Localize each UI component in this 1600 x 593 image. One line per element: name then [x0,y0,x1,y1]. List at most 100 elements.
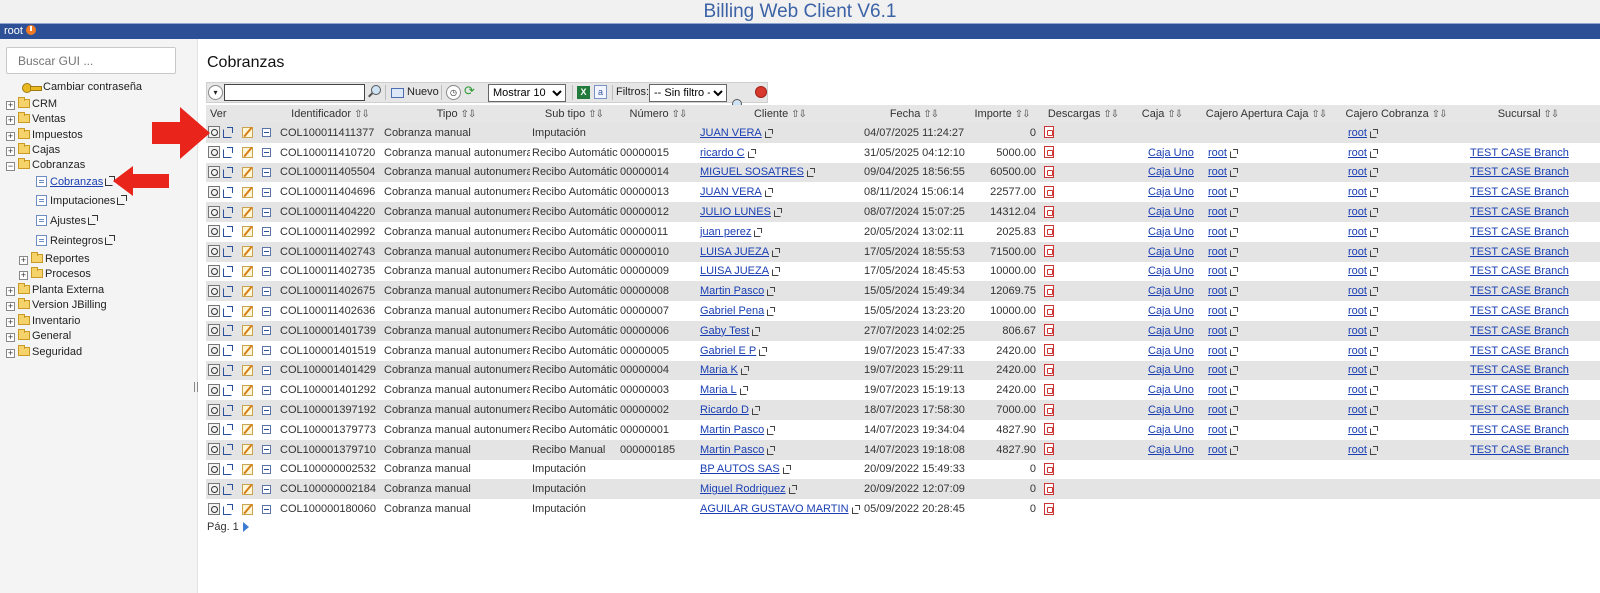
edit-icon[interactable] [242,444,254,456]
table-row[interactable]: COL100001379710 Cobranza manual Recibo Man… [206,439,1600,460]
pdf-icon[interactable] [1044,185,1054,198]
document-export-icon[interactable]: a [594,85,607,99]
collapse-row-icon[interactable] [262,484,272,494]
edit-icon[interactable] [242,384,254,396]
expand-icon[interactable]: + [6,302,15,312]
expand-icon[interactable]: + [6,131,15,141]
edit-icon[interactable] [242,483,254,495]
external-link-icon[interactable] [1229,287,1238,297]
table-row[interactable]: COL100011402735 Cobranza manual autonumer… [206,262,1600,282]
column-header[interactable]: Sub tipo ⇧⇩ [530,105,618,123]
external-link-icon[interactable] [1229,366,1238,376]
filter-select[interactable]: -- Sin filtro -- [649,84,727,102]
open-icon[interactable] [223,345,233,357]
view-icon[interactable] [208,165,220,178]
open-icon[interactable] [223,246,233,258]
table-row[interactable]: COL100000002184 Cobranza manual Imputación… [206,479,1600,500]
collapse-icon[interactable]: − [6,162,15,172]
external-link-icon[interactable] [1369,188,1378,198]
view-icon[interactable] [208,403,220,416]
collapse-row-icon[interactable] [262,464,272,474]
expand-icon[interactable]: + [6,348,15,358]
pdf-icon[interactable] [1044,264,1054,277]
external-link-icon[interactable] [764,128,773,138]
clock-icon[interactable]: ◷ [446,85,461,100]
column-header[interactable]: Importe ⇧⇩ [966,105,1038,123]
external-link-icon[interactable] [1369,406,1378,416]
sort-icon[interactable]: ⇧⇩ [672,109,688,120]
filter-clear-icon[interactable] [755,86,767,98]
column-header[interactable]: Cajero Cobranza ⇧⇩ [1336,105,1456,123]
sidebar-item-general[interactable]: + General [6,328,71,344]
external-link-icon[interactable] [752,326,761,336]
table-row[interactable]: COL100011402992 Cobranza manual autonumer… [206,222,1600,242]
external-link-icon[interactable] [1229,326,1238,336]
sidebar-item-impuestos[interactable]: + Impuestos [6,127,83,143]
pdf-icon[interactable] [1044,423,1054,436]
sidebar-item-reportes[interactable]: + Reportes [19,251,90,267]
collapse-row-icon[interactable] [262,385,272,395]
external-link-icon[interactable] [759,346,768,356]
sidebar-resize-handle[interactable] [194,382,198,392]
pdf-icon[interactable] [1044,502,1054,515]
external-link-icon[interactable] [1369,247,1378,257]
edit-icon[interactable] [242,305,254,317]
edit-icon[interactable] [242,404,254,416]
external-link-icon[interactable] [1229,188,1238,198]
power-icon[interactable] [25,25,36,35]
table-row[interactable]: COL100001401429 Cobranza manual autonumer… [206,360,1600,381]
edit-icon[interactable] [242,127,254,139]
external-link-icon[interactable] [767,307,776,317]
column-header[interactable]: Cliente ⇧⇩ [698,105,862,123]
user-name[interactable]: root [4,25,23,37]
external-link-icon[interactable] [105,235,116,245]
collapse-row-icon[interactable] [262,326,272,336]
sidebar-item-cajas[interactable]: + Cajas [6,142,60,158]
view-icon[interactable] [208,304,220,317]
collapse-row-icon[interactable] [262,306,272,316]
external-link-icon[interactable] [851,505,860,515]
external-link-icon[interactable] [1369,366,1378,376]
expand-icon[interactable]: + [6,116,15,126]
sidebar-item-seguridad[interactable]: + Seguridad [6,344,82,360]
column-header[interactable]: Identificador ⇧⇩ [278,105,382,123]
external-link-icon[interactable] [1229,307,1238,317]
external-link-icon[interactable] [751,406,760,416]
external-link-icon[interactable] [117,195,128,205]
open-icon[interactable] [223,503,233,515]
view-icon[interactable] [208,225,220,238]
pdf-icon[interactable] [1044,482,1054,495]
external-link-icon[interactable] [747,148,756,158]
open-icon[interactable] [223,384,233,396]
open-icon[interactable] [223,404,233,416]
expand-icon[interactable]: + [19,256,28,265]
collapse-row-icon[interactable] [262,405,272,415]
open-icon[interactable] [223,325,233,337]
external-link-icon[interactable] [772,267,781,277]
table-row[interactable]: COL100001397192 Cobranza manual autonumer… [206,400,1600,420]
external-link-icon[interactable] [754,227,763,237]
sort-icon[interactable]: ⇧⇩ [1544,109,1560,120]
open-icon[interactable] [223,166,233,178]
edit-icon[interactable] [242,166,254,178]
sort-icon[interactable]: ⇧⇩ [588,109,604,120]
table-row[interactable]: COL100011402743 Cobranza manual autonumer… [206,241,1600,262]
view-icon[interactable] [208,284,220,297]
sort-icon[interactable]: ⇧⇩ [1167,109,1183,120]
sort-icon[interactable]: ⇧⇩ [791,109,807,120]
external-link-icon[interactable] [1369,346,1378,356]
pdf-icon[interactable] [1044,126,1054,139]
edit-icon[interactable] [242,285,254,297]
view-icon[interactable] [208,462,220,475]
external-link-icon[interactable] [1229,208,1238,218]
table-row[interactable]: COL100011404696 Cobranza manual autonumer… [206,182,1600,202]
sidebar-item-inventario[interactable]: + Inventario [6,313,80,329]
collapse-row-icon[interactable] [262,365,272,375]
table-row[interactable]: COL100011402675 Cobranza manual autonumer… [206,281,1600,302]
edit-icon[interactable] [242,424,254,436]
edit-icon[interactable] [242,463,254,475]
table-row[interactable]: COL100001401739 Cobranza manual autonumer… [206,320,1600,341]
pdf-icon[interactable] [1044,383,1054,396]
column-header[interactable]: Fecha ⇧⇩ [862,105,966,123]
table-row[interactable]: COL100011402636 Cobranza manual autonumer… [206,301,1600,321]
